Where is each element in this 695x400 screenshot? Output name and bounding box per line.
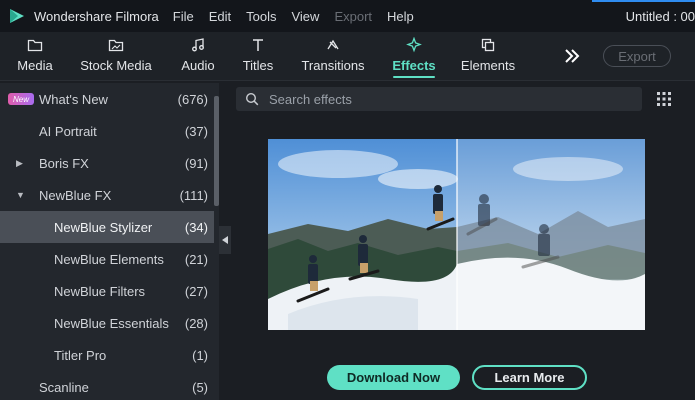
learn-more-button[interactable]: Learn More (472, 365, 587, 390)
sidebar-item-count: (5) (192, 379, 208, 395)
active-tab-indicator (393, 76, 435, 78)
menu-bar: Wondershare Filmora File Edit Tools View… (0, 0, 695, 32)
caret-left-icon (222, 236, 228, 244)
menu-view[interactable]: View (291, 9, 319, 24)
title-accent-line (592, 0, 695, 2)
sidebar-item-scanline[interactable]: Scanline (5) (0, 371, 214, 400)
tab-bar: Media Stock Media Audio Titles Transitio… (0, 32, 695, 81)
sidebar-item-newblue-elements[interactable]: NewBlue Elements (21) (0, 243, 214, 275)
menu-file[interactable]: File (173, 9, 194, 24)
sidebar-item-count: (28) (184, 315, 208, 331)
sidebar-item-label: NewBlue Filters (54, 283, 146, 299)
tab-effects[interactable]: Effects (391, 32, 437, 80)
sidebar-item-label: NewBlue Essentials (54, 315, 169, 331)
folder-icon (27, 39, 43, 52)
sidebar-item-titler-pro[interactable]: Titler Pro (1) (0, 339, 214, 371)
tab-stock-media[interactable]: Stock Media (80, 32, 152, 80)
sidebar-item-newblue-essentials[interactable]: NewBlue Essentials (28) (0, 307, 214, 339)
search-input[interactable] (267, 90, 621, 108)
app-title: Wondershare Filmora (34, 8, 159, 24)
search-bar[interactable] (236, 87, 642, 111)
filmora-logo-icon (10, 9, 24, 23)
menu-export[interactable]: Export (334, 9, 372, 24)
tab-label: Media (17, 58, 53, 73)
sidebar-item-label: NewBlue FX (39, 187, 112, 203)
tab-titles[interactable]: Titles (242, 32, 274, 80)
sidebar-item-count: (111) (179, 187, 208, 203)
effect-preview-image (268, 139, 645, 330)
sidebar-item-label: NewBlue Elements (54, 251, 164, 267)
layers-icon (481, 38, 495, 52)
effects-category-sidebar: New What's New (676) AI Portrait (37) ▶ … (0, 83, 219, 400)
menu-help[interactable]: Help (387, 9, 414, 24)
export-button[interactable]: Export (603, 45, 671, 67)
sidebar-item-newblue-stylizer[interactable]: NewBlue Stylizer (34) (0, 211, 214, 243)
more-tabs-chevron-icon[interactable] (562, 46, 582, 66)
sidebar-item-whats-new[interactable]: New What's New (676) (0, 83, 214, 115)
sidebar-item-ai-portrait[interactable]: AI Portrait (37) (0, 115, 214, 147)
document-title: Untitled : 00 (625, 9, 695, 24)
sidebar-item-label: Scanline (39, 379, 89, 395)
tab-label: Effects (392, 58, 436, 73)
sparkle-icon (406, 37, 422, 53)
sidebar-item-label: Boris FX (39, 155, 89, 171)
sidebar-item-count: (21) (184, 251, 208, 267)
download-now-button[interactable]: Download Now (327, 365, 460, 390)
tab-audio[interactable]: Audio (180, 32, 216, 80)
sidebar-item-boris-fx[interactable]: ▶ Boris FX (91) (0, 147, 214, 179)
sidebar-item-count: (34) (184, 219, 208, 235)
text-icon (253, 39, 263, 51)
tab-label: Elements (460, 58, 516, 73)
sidebar-item-label: Titler Pro (54, 347, 107, 363)
tab-transitions[interactable]: Transitions (301, 32, 365, 80)
tab-label: Transitions (301, 58, 365, 73)
tab-label: Audio (181, 58, 215, 73)
sidebar-scrollbar-thumb[interactable] (214, 96, 219, 206)
sidebar-item-label: What's New (39, 91, 108, 107)
sidebar-item-newblue-fx[interactable]: ▼ NewBlue FX (111) (0, 179, 214, 211)
tab-label: Stock Media (80, 58, 152, 73)
new-badge: New (8, 93, 34, 105)
tab-elements[interactable]: Elements (461, 32, 515, 80)
image-folder-icon (108, 39, 124, 52)
search-icon (245, 92, 259, 106)
sidebar-item-count: (1) (192, 347, 208, 363)
sidebar-item-count: (27) (184, 283, 208, 299)
sidebar-item-count: (37) (184, 123, 208, 139)
tab-label: Titles (242, 58, 274, 73)
sidebar-item-count: (676) (177, 91, 208, 107)
sidebar-item-label: NewBlue Stylizer (54, 219, 153, 235)
menu-edit[interactable]: Edit (209, 9, 231, 24)
grid-view-icon[interactable] (657, 92, 671, 106)
sidebar-item-count: (91) (184, 155, 208, 171)
tab-media[interactable]: Media (14, 32, 56, 80)
expand-arrow-icon[interactable]: ▶ (16, 158, 23, 169)
sidebar-item-newblue-filters[interactable]: NewBlue Filters (27) (0, 275, 214, 307)
sidebar-item-label: AI Portrait (39, 123, 97, 139)
collapse-arrow-icon[interactable]: ▼ (16, 190, 25, 200)
menu-tools[interactable]: Tools (246, 9, 276, 24)
transition-icon (327, 39, 339, 50)
collapse-sidebar-button[interactable] (219, 226, 231, 254)
music-note-icon (192, 38, 204, 52)
